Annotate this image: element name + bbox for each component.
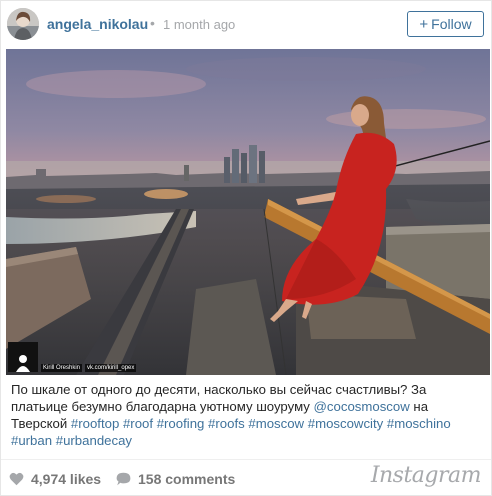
hashtag-link[interactable]: #moschino — [387, 416, 451, 431]
mention-link[interactable]: @cocosmoscow — [314, 399, 410, 414]
hashtag-link[interactable]: #roof — [123, 416, 153, 431]
user-avatar[interactable] — [7, 8, 39, 40]
credit-handle: vk.com/kirill_opex — [85, 364, 137, 372]
hashtag-link[interactable]: #rooftop — [71, 416, 119, 431]
post-timestamp[interactable]: 1 month ago — [163, 17, 235, 32]
comments-label: 158 comments — [138, 471, 236, 487]
hashtag-link[interactable]: #roofs — [208, 416, 245, 431]
likes-count[interactable]: 4,974 likes — [9, 471, 101, 487]
likes-label: 4,974 likes — [31, 471, 102, 487]
post-footer: 4,974 likes 158 comments Instagram — [1, 459, 491, 496]
comments-count[interactable]: 158 comments — [116, 471, 235, 487]
instagram-post-card: angela_nikolau • 1 month ago + Follow Ki… — [0, 0, 492, 496]
hashtag-link[interactable]: #moscowcity — [308, 416, 383, 431]
photographer-icon — [8, 342, 38, 372]
follow-button[interactable]: + Follow — [407, 11, 484, 37]
post-header: angela_nikolau • 1 month ago + Follow — [1, 1, 491, 49]
post-caption: По шкале от одного до десяти, насколько … — [11, 381, 486, 449]
username-link[interactable]: angela_nikolau — [47, 16, 148, 32]
hashtag-link[interactable]: #urbandecay — [56, 433, 132, 448]
hashtag-link[interactable]: #urban — [11, 433, 52, 448]
comment-bubble-icon — [116, 472, 131, 486]
hashtag-link[interactable]: #roofing — [157, 416, 205, 431]
plus-icon: + — [419, 16, 429, 33]
follow-button-label: Follow — [431, 16, 472, 32]
separator-dot: • — [150, 15, 155, 31]
photo-credit: Kirill Oreshkin vk.com/kirill_opex — [8, 342, 137, 372]
post-photo[interactable]: Kirill Oreshkin vk.com/kirill_opex — [6, 49, 490, 375]
hashtag-link[interactable]: #moscow — [248, 416, 304, 431]
credit-name: Kirill Oreshkin — [41, 364, 83, 372]
heart-icon — [9, 472, 24, 486]
instagram-logo[interactable]: Instagram — [371, 463, 482, 488]
